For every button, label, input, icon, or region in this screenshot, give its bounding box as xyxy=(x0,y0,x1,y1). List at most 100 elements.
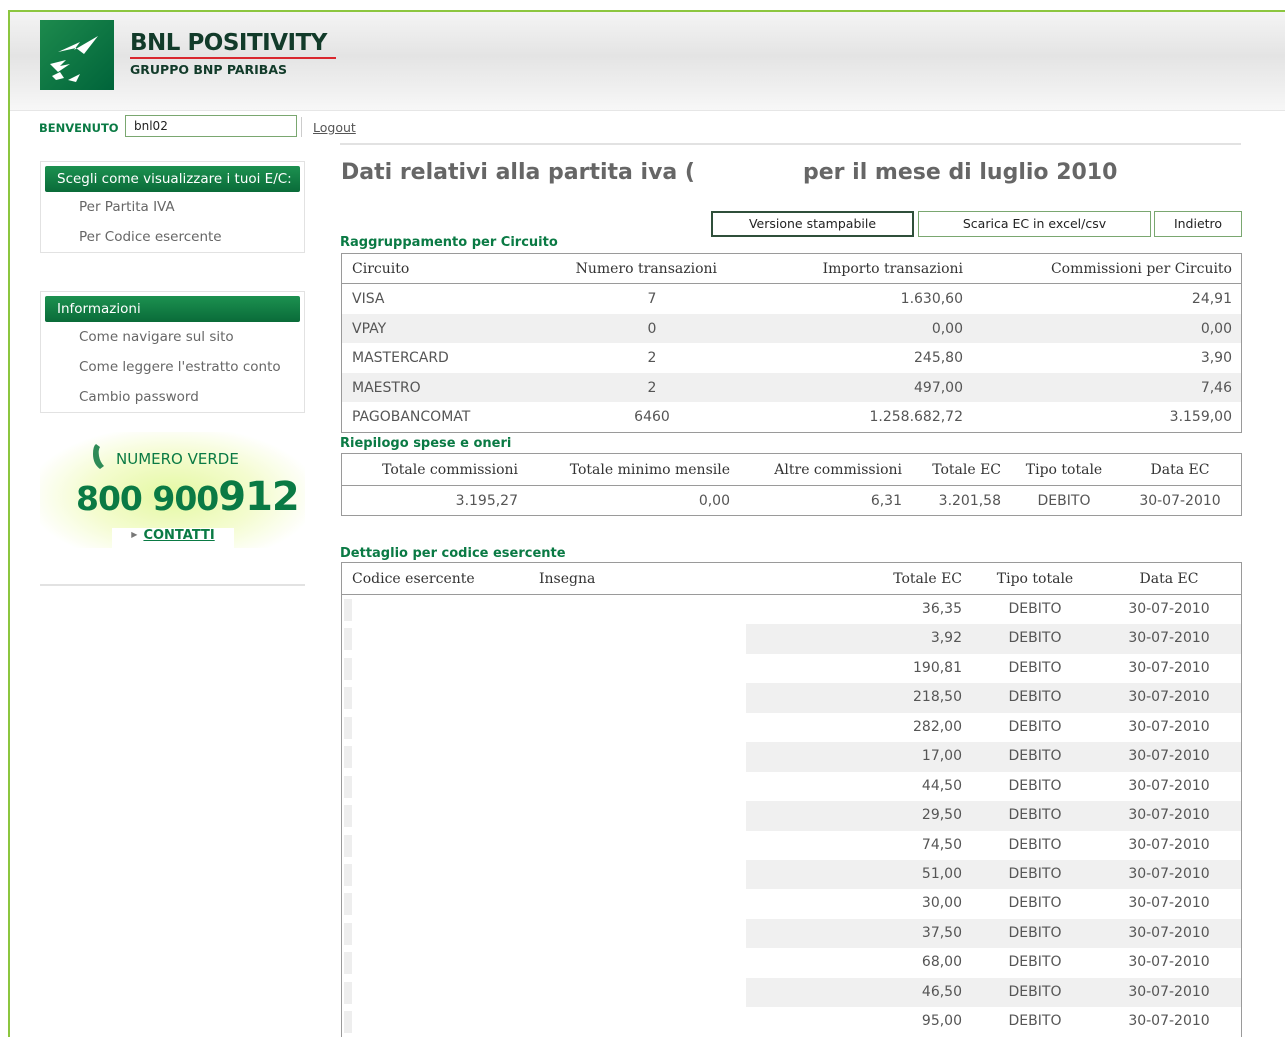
detail-totale-ec: 190,81 xyxy=(913,659,962,676)
welcome-separator xyxy=(301,117,302,137)
detail-data-ec: 30-07-2010 xyxy=(1128,1013,1210,1030)
redacted-code xyxy=(344,922,352,945)
table-row: 30,00 DEBITO 30-07-2010 xyxy=(342,889,1241,918)
circuit-amount: 245,80 xyxy=(914,350,963,366)
detail-tipo-totale: DEBITO xyxy=(1008,630,1062,647)
table-row: PAGOBANCOMAT 6460 1.258.682,72 3.159,00 xyxy=(342,402,1241,432)
table-row: 68,00 DEBITO 30-07-2010 xyxy=(342,948,1241,977)
redacted-code xyxy=(344,863,352,886)
back-button[interactable]: Indietro xyxy=(1154,211,1242,237)
detail-totale-ec: 37,50 xyxy=(921,924,962,941)
sidebar-item-cambio-password[interactable]: Cambio password xyxy=(41,382,304,412)
contatti-link[interactable]: CONTATTI xyxy=(143,528,214,543)
info-title: Informazioni xyxy=(45,296,300,322)
detail-tipo-totale: DEBITO xyxy=(1008,718,1062,735)
redacted-code xyxy=(344,1011,352,1034)
bnl-logo-icon[interactable] xyxy=(40,20,114,90)
detail-totale-ec: 29,50 xyxy=(921,807,962,824)
sidebar-item-come-leggere[interactable]: Come leggere l'estratto conto xyxy=(41,352,304,382)
detail-table: Codice esercente Insegna Totale EC Tipo … xyxy=(341,562,1242,1037)
detail-data-ec: 30-07-2010 xyxy=(1128,807,1210,824)
detail-table-header: Codice esercente Insegna Totale EC Tipo … xyxy=(342,563,1241,595)
summary-tipo-totale: DEBITO xyxy=(1037,493,1091,509)
header-circuito: Circuito xyxy=(352,261,410,277)
table-row: 95,00 DEBITO 30-07-2010 xyxy=(342,1007,1241,1036)
download-excel-button[interactable]: Scarica EC in excel/csv xyxy=(918,211,1151,237)
detail-rows: 36,35 DEBITO 30-07-2010 3,92 DEBITO 30-07-201… xyxy=(342,595,1241,1037)
header-totale-ec: Totale EC xyxy=(893,571,962,587)
detail-totale-ec: 51,00 xyxy=(921,865,962,882)
brand-underline xyxy=(130,57,336,59)
header-codice-esercente: Codice esercente xyxy=(352,571,475,587)
detail-totale-ec: 68,00 xyxy=(921,954,962,971)
detail-totale-ec: 282,00 xyxy=(913,718,962,735)
detail-totale-ec: 36,35 xyxy=(921,601,962,617)
table-row: MAESTRO 2 497,00 7,46 xyxy=(342,372,1241,402)
site-header: BNL POSITIVITY GRUPPO BNP PARIBAS xyxy=(10,12,1285,110)
detail-data-ec: 30-07-2010 xyxy=(1128,748,1210,765)
logout-link[interactable]: Logout xyxy=(313,120,356,135)
table-row: VPAY 0 0,00 0,00 xyxy=(342,313,1241,343)
table-row: 3.195,27 0,00 6,31 3.201,58 DEBITO 30-07… xyxy=(342,486,1241,516)
table-row: 51,00 DEBITO 30-07-2010 xyxy=(342,859,1241,890)
detail-totale-ec: 218,50 xyxy=(913,689,962,706)
numero-verde-label: NUMERO VERDE xyxy=(116,450,239,468)
welcome-label: BENVENUTO xyxy=(39,121,119,135)
detail-data-ec: 30-07-2010 xyxy=(1128,777,1210,794)
numero-verde-promo: NUMERO VERDE 800 900912 ▶ CONTATTI xyxy=(40,432,305,548)
sidebar-item-per-codice-esercente[interactable]: Per Codice esercente xyxy=(41,222,304,252)
print-version-button[interactable]: Versione stampabile xyxy=(711,211,914,237)
detail-data-ec: 30-07-2010 xyxy=(1128,954,1210,971)
header-data-ec: Data EC xyxy=(1139,571,1199,587)
detail-tipo-totale: DEBITO xyxy=(1008,865,1062,882)
table-row: 282,00 DEBITO 30-07-2010 xyxy=(342,713,1241,742)
detail-tipo-totale: DEBITO xyxy=(1008,836,1062,853)
redacted-code xyxy=(344,628,352,651)
table-row: 3,92 DEBITO 30-07-2010 xyxy=(342,624,1241,654)
detail-totale-ec: 44,50 xyxy=(921,777,962,794)
table-row: 74,50 DEBITO 30-07-2010 xyxy=(342,831,1241,860)
detail-data-ec: 30-07-2010 xyxy=(1128,836,1210,853)
view-options-box: Scegli come visualizzare i tuoi E/C: Per… xyxy=(40,161,305,253)
detail-tipo-totale: DEBITO xyxy=(1008,807,1062,824)
sidebar-item-per-partita-iva[interactable]: Per Partita IVA xyxy=(41,192,304,222)
detail-totale-ec: 46,50 xyxy=(921,983,962,1000)
detail-totale-ec: 95,00 xyxy=(921,1013,962,1030)
redacted-code xyxy=(344,981,352,1004)
detail-totale-ec: 3,92 xyxy=(930,630,962,647)
header-totale-commissioni: Totale commissioni xyxy=(382,462,518,478)
table-row: 17,00 DEBITO 30-07-2010 xyxy=(342,742,1241,772)
table-row: MASTERCARD 2 245,80 3,90 xyxy=(342,343,1241,373)
detail-data-ec: 30-07-2010 xyxy=(1128,895,1210,912)
redacted-code xyxy=(344,746,352,769)
redacted-code xyxy=(344,599,352,621)
username-field[interactable]: bnl02 xyxy=(125,115,297,137)
detail-tipo-totale: DEBITO xyxy=(1008,659,1062,676)
contatti-tab: ▶ CONTATTI xyxy=(112,528,234,548)
sidebar-item-come-navigare[interactable]: Come navigare sul sito xyxy=(41,322,304,352)
detail-totale-ec: 74,50 xyxy=(921,836,962,853)
summary-table-header: Totale commissioni Totale minimo mensile… xyxy=(342,454,1241,486)
redacted-code xyxy=(344,952,352,975)
table-row: 218,50 DEBITO 30-07-2010 xyxy=(342,683,1241,713)
header-numero-transazioni: Numero transazioni xyxy=(575,261,717,277)
detail-tipo-totale: DEBITO xyxy=(1008,983,1062,1000)
circuit-amount: 497,00 xyxy=(914,379,963,396)
table-row: 46,50 DEBITO 30-07-2010 xyxy=(342,977,1241,1008)
numero-verde-prefix: 800 900 xyxy=(76,479,219,518)
table-row: 37,50 DEBITO 30-07-2010 xyxy=(342,918,1241,949)
circuit-table: Circuito Numero transazioni Importo tran… xyxy=(341,253,1242,433)
header-tipo-totale: Tipo totale xyxy=(996,571,1074,587)
detail-tipo-totale: DEBITO xyxy=(1008,924,1062,941)
redacted-code xyxy=(344,687,352,710)
sidebar-divider xyxy=(40,584,305,586)
detail-tipo-totale: DEBITO xyxy=(1008,689,1062,706)
header-insegna: Insegna xyxy=(539,571,596,587)
circuit-commission: 7,46 xyxy=(1200,379,1232,396)
view-options-title: Scegli come visualizzare i tuoi E/C: xyxy=(45,166,300,192)
detail-tipo-totale: DEBITO xyxy=(1008,748,1062,765)
summary-totale-ec: 3.201,58 xyxy=(938,493,1001,509)
circuit-name: PAGOBANCOMAT xyxy=(352,409,471,425)
summary-totale-commissioni: 3.195,27 xyxy=(455,493,518,509)
header-altre-commissioni: Altre commissioni xyxy=(774,462,902,478)
